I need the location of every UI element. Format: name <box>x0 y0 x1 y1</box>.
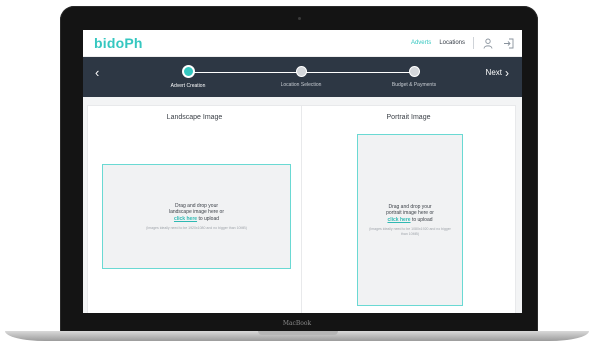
next-button[interactable]: Next › <box>485 65 509 80</box>
step-indicator <box>295 66 307 77</box>
step-location-selection[interactable]: Location Selection <box>261 66 341 88</box>
chevron-right-icon: › <box>505 65 509 80</box>
content-area: Landscape Image Drag and drop your lands… <box>83 97 522 313</box>
camera-icon <box>298 17 301 20</box>
step-budget-payments[interactable]: Budget & Payments <box>374 66 454 88</box>
portrait-panel: Portrait Image Drag and drop your portra… <box>301 106 515 313</box>
nav-adverts[interactable]: Adverts <box>411 40 431 46</box>
nav-divider <box>473 37 474 49</box>
dropzone-hint: (Images ideally need to be 1080x1920 and… <box>369 227 451 236</box>
wizard-progress-bar: ‹ Advert Creation Location Selection Bud… <box>83 57 522 97</box>
dropzone-line3: click here to upload <box>387 217 432 224</box>
landscape-upload-link[interactable]: click here <box>174 216 197 222</box>
step-advert-creation[interactable]: Advert Creation <box>148 65 228 89</box>
nav-locations[interactable]: Locations <box>439 40 465 46</box>
dropzone-suffix: to upload <box>198 215 220 222</box>
step-indicator <box>181 65 195 78</box>
portrait-upload-link[interactable]: click here <box>387 217 410 223</box>
top-nav: Adverts Locations <box>411 37 514 49</box>
dropzone-suffix: to upload <box>411 216 433 223</box>
portrait-dropzone[interactable]: Drag and drop your portrait image here o… <box>357 134 463 306</box>
logout-icon[interactable] <box>502 37 514 49</box>
step-indicator <box>408 66 420 77</box>
app-header: bidoPh Adverts Locations <box>83 30 522 57</box>
image-panels: Landscape Image Drag and drop your lands… <box>87 105 516 313</box>
app-screen: bidoPh Adverts Locations ‹ Advert Creati… <box>83 30 522 313</box>
back-button[interactable]: ‹ <box>95 65 99 80</box>
device-brand-label: MacBook <box>282 320 312 327</box>
dropzone-hint: (Images ideally need to be 1920x1080 and… <box>146 226 247 230</box>
dropzone-line3: click here to upload <box>174 216 219 223</box>
user-icon[interactable] <box>482 37 494 49</box>
step-label: Advert Creation <box>170 83 206 89</box>
landscape-panel: Landscape Image Drag and drop your lands… <box>88 106 301 313</box>
step-label: Budget & Payments <box>391 82 437 88</box>
next-button-label: Next <box>485 68 502 77</box>
portrait-panel-title: Portrait Image <box>386 114 431 121</box>
step-label: Location Selection <box>280 82 322 88</box>
app-logo[interactable]: bidoPh <box>94 35 143 51</box>
landscape-dropzone[interactable]: Drag and drop your landscape image here … <box>102 164 291 269</box>
laptop-notch <box>258 331 338 335</box>
landscape-panel-title: Landscape Image <box>166 114 223 121</box>
